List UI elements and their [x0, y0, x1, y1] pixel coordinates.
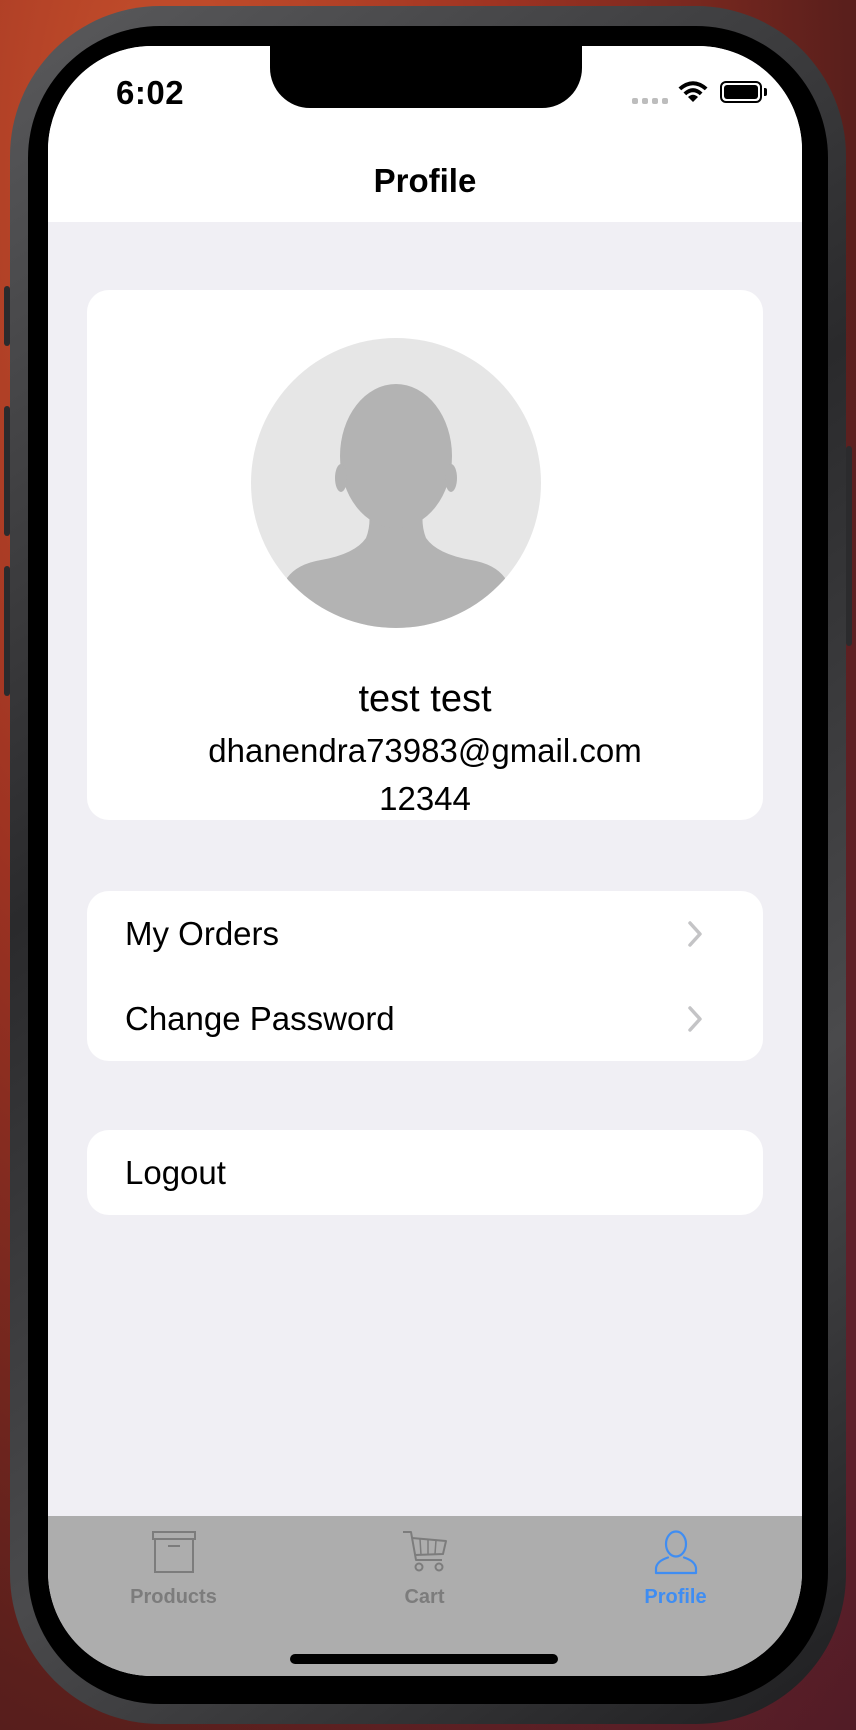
app-screen: 6:02 Profile test test dhanendra73983@gm…: [48, 46, 802, 1676]
tab-label: Products: [130, 1586, 217, 1608]
volume-down-button: [4, 566, 10, 696]
profile-phone: 12344: [379, 780, 471, 817]
home-indicator[interactable]: [290, 1654, 558, 1664]
avatar: [251, 338, 541, 628]
profile-card: test test dhanendra73983@gmail.com 12344: [87, 290, 763, 820]
navigation-bar: Profile: [48, 146, 802, 222]
profile-email: dhanendra73983@gmail.com: [208, 732, 642, 769]
tab-label: Profile: [644, 1586, 707, 1608]
cellular-signal-icon: [632, 98, 668, 104]
mute-switch: [4, 286, 10, 346]
tab-bar: Products Cart Profile: [48, 1516, 802, 1676]
page-title: Profile: [373, 162, 477, 199]
tab-profile[interactable]: Profile: [550, 1516, 801, 1626]
chevron-right-icon: [688, 921, 702, 947]
notch: [270, 46, 582, 108]
menu-item-label: Change Password: [125, 1000, 395, 1037]
menu-item-change-password[interactable]: Change Password: [87, 976, 763, 1061]
battery-cap: [764, 88, 767, 96]
tab-cart[interactable]: Cart: [299, 1516, 550, 1626]
logout-label: Logout: [125, 1154, 226, 1191]
power-button: [846, 446, 852, 646]
chevron-right-icon: [688, 1006, 702, 1032]
profile-name: test test: [358, 678, 492, 720]
status-bar: 6:02: [48, 46, 802, 146]
archive-box-icon: [152, 1531, 196, 1573]
person-silhouette-icon: [287, 384, 505, 628]
person-icon: [654, 1530, 698, 1575]
menu-item-label: My Orders: [125, 915, 280, 952]
menu-card: My Orders Change Password: [87, 891, 763, 1061]
tab-products[interactable]: Products: [48, 1516, 299, 1626]
volume-up-button: [4, 406, 10, 536]
logout-button[interactable]: Logout: [87, 1130, 763, 1215]
status-time: 6:02: [116, 74, 185, 111]
tab-label: Cart: [404, 1586, 445, 1608]
battery-icon: [720, 81, 762, 103]
menu-item-my-orders[interactable]: My Orders: [87, 891, 763, 976]
wifi-icon: [678, 81, 708, 102]
cart-icon: [403, 1531, 447, 1572]
